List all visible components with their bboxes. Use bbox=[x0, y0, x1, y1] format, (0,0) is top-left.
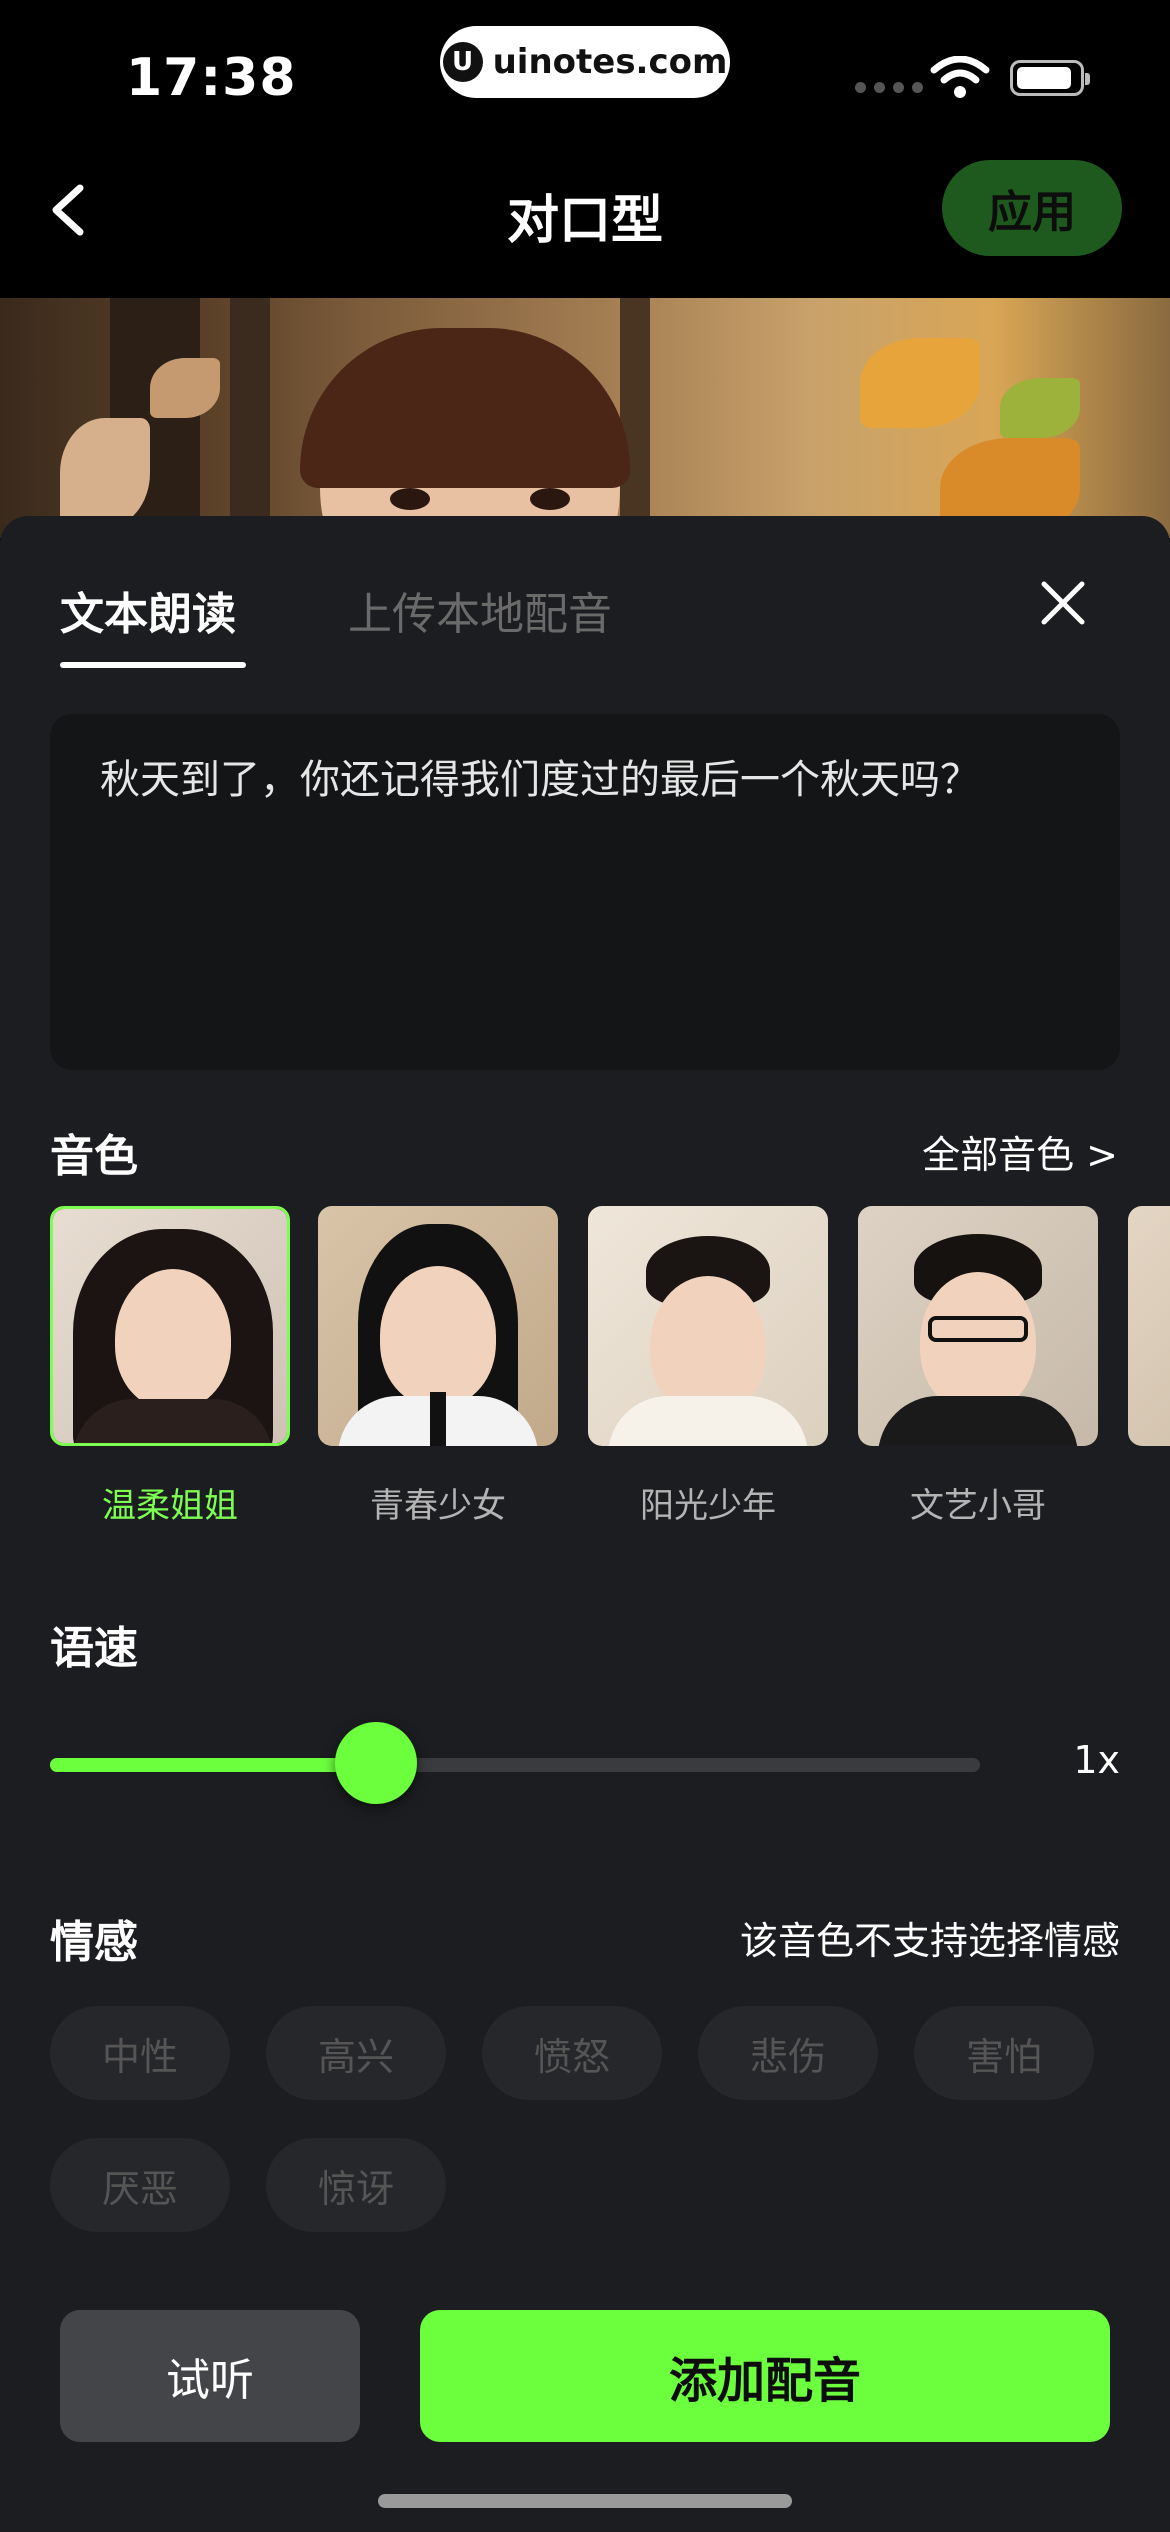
nav-bar: 对口型 应用 bbox=[0, 150, 1170, 298]
voice-item[interactable]: 阳光少年 bbox=[588, 1206, 828, 1526]
emotion-chip-surprise[interactable]: 惊讶 bbox=[266, 2138, 446, 2232]
emotion-chip-disgust[interactable]: 厌恶 bbox=[50, 2138, 230, 2232]
speed-slider-fill bbox=[50, 1758, 376, 1772]
voice-avatar[interactable] bbox=[588, 1206, 828, 1446]
voice-avatar[interactable] bbox=[50, 1206, 290, 1446]
emotion-chip-afraid[interactable]: 害怕 bbox=[914, 2006, 1094, 2100]
voice-name: 温柔姐姐 bbox=[102, 1486, 238, 1526]
apply-button[interactable]: 应用 bbox=[942, 160, 1122, 256]
text-input[interactable]: 秋天到了，你还记得我们度过的最后一个秋天吗？ bbox=[50, 714, 1120, 1070]
preview-button[interactable]: 试听 bbox=[60, 2310, 360, 2442]
status-bar: 17:38 U uinotes.com bbox=[0, 0, 1170, 150]
voice-avatar[interactable] bbox=[1128, 1206, 1170, 1446]
voice-name: 青春少女 bbox=[370, 1486, 506, 1526]
preview-photo bbox=[0, 298, 1170, 538]
uinotes-logo-icon: U bbox=[442, 42, 483, 82]
active-tab-indicator bbox=[60, 662, 246, 668]
dubbing-sheet: 文本朗读 上传本地配音 秋天到了，你还记得我们度过的最后一个秋天吗？ 音色 全部… bbox=[0, 516, 1170, 2532]
url-pill: U uinotes.com bbox=[440, 26, 730, 98]
voice-name: 文艺小哥 bbox=[910, 1486, 1046, 1526]
voice-name: 阳光少年 bbox=[640, 1486, 776, 1526]
emotion-unsupported-note: 该音色不支持选择情感 bbox=[739, 1919, 1120, 1963]
voice-item[interactable]: 文艺小哥 bbox=[858, 1206, 1098, 1526]
voice-item[interactable]: 温柔姐姐 bbox=[50, 1206, 290, 1526]
emotion-chip-sad[interactable]: 悲伤 bbox=[698, 2006, 878, 2100]
tab-upload-local-audio[interactable]: 上传本地配音 bbox=[348, 578, 612, 642]
emotion-chip-happy[interactable]: 高兴 bbox=[266, 2006, 446, 2100]
url-text: uinotes.com bbox=[492, 42, 728, 82]
speed-section-title: 语速 bbox=[50, 1623, 138, 1674]
status-time: 17:38 bbox=[126, 48, 297, 108]
speed-value: 1x bbox=[1073, 1738, 1120, 1782]
voice-avatar[interactable] bbox=[858, 1206, 1098, 1446]
add-dubbing-button[interactable]: 添加配音 bbox=[420, 2310, 1110, 2442]
wifi-icon bbox=[930, 56, 990, 98]
emotion-section-title: 情感 bbox=[50, 1917, 138, 1968]
voice-avatar[interactable] bbox=[318, 1206, 558, 1446]
battery-icon bbox=[1010, 60, 1090, 96]
voice-section-title: 音色 bbox=[50, 1131, 138, 1182]
voice-item[interactable]: 青春少女 bbox=[318, 1206, 558, 1526]
tab-text-reading[interactable]: 文本朗读 bbox=[60, 578, 236, 642]
text-input-value: 秋天到了，你还记得我们度过的最后一个秋天吗？ bbox=[100, 757, 980, 803]
speed-slider-thumb[interactable] bbox=[334, 1722, 417, 1804]
signal-icon bbox=[855, 82, 923, 93]
speed-slider[interactable] bbox=[50, 1722, 980, 1804]
voice-list[interactable]: 温柔姐姐 青春少女 阳光少年 文艺小哥 bbox=[0, 1206, 1170, 1566]
home-indicator bbox=[378, 2494, 792, 2508]
close-icon[interactable] bbox=[1038, 578, 1088, 628]
voice-item[interactable] bbox=[1128, 1206, 1170, 1446]
all-voices-link[interactable]: 全部音色 > bbox=[922, 1124, 1118, 1179]
emotion-chip-neutral[interactable]: 中性 bbox=[50, 2006, 230, 2100]
emotion-chip-angry[interactable]: 愤怒 bbox=[482, 2006, 662, 2100]
